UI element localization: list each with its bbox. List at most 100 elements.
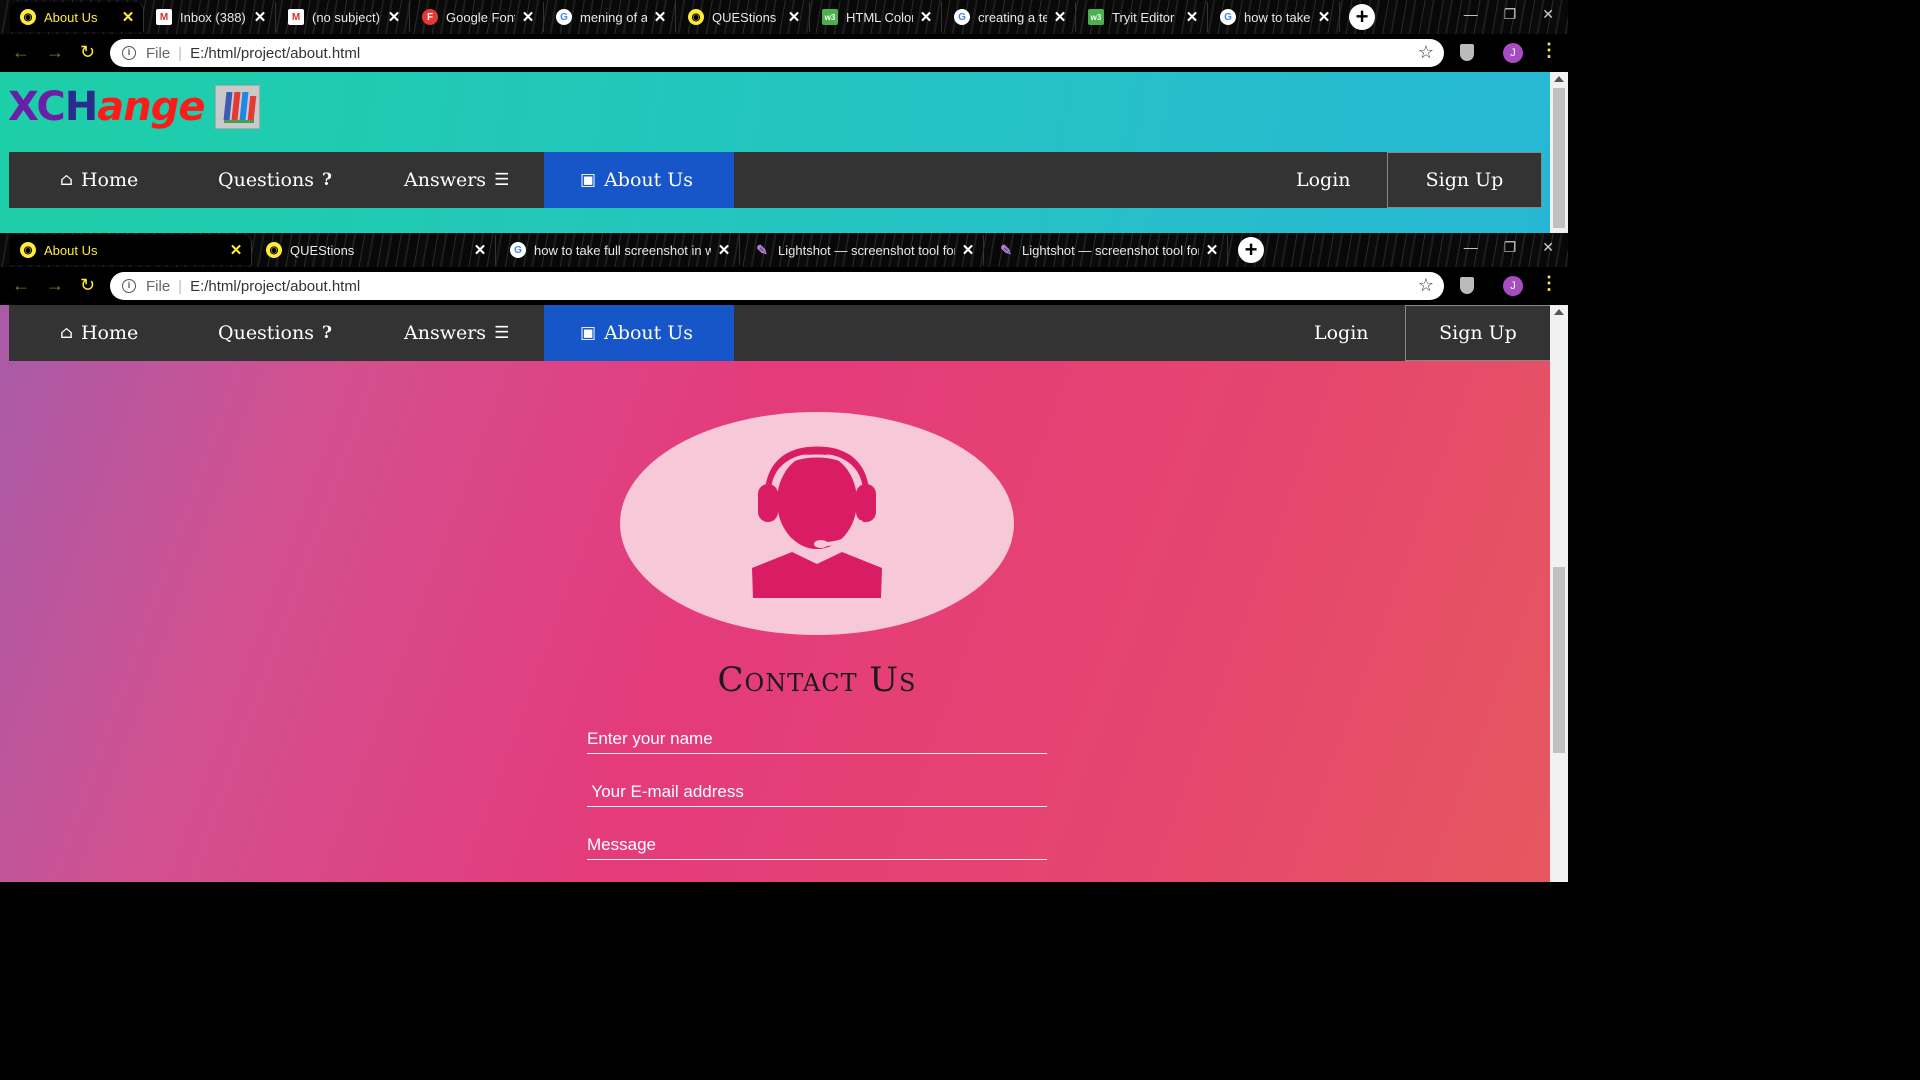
browser-menu-icon[interactable]: ⋮: [1540, 40, 1558, 61]
tab-questions[interactable]: ◉ QUEStions ✕: [256, 235, 496, 265]
nav-answers[interactable]: Answers ☰: [404, 152, 517, 208]
tab-google-fonts[interactable]: F Google Fonts ✕: [412, 2, 544, 32]
close-icon[interactable]: ✕: [1053, 8, 1067, 26]
tab-about-us[interactable]: ◉ About Us ✕: [10, 2, 144, 32]
close-icon[interactable]: ✕: [787, 8, 801, 26]
nav-about-us[interactable]: ▣ About Us: [544, 305, 734, 361]
nav-home[interactable]: ⌂ Home: [52, 152, 138, 208]
close-icon[interactable]: ✕: [717, 241, 731, 259]
url-text: E:/html/project/about.html: [190, 277, 361, 295]
browser-menu-icon[interactable]: ⋮: [1540, 273, 1558, 294]
nav-answers-label: Answers: [404, 322, 487, 344]
nav-home[interactable]: ⌂ Home: [52, 305, 138, 361]
tab-about-us[interactable]: ◉ About Us ✕: [10, 235, 252, 265]
close-icon[interactable]: ✕: [1317, 8, 1331, 26]
reload-icon[interactable]: ↻: [80, 275, 95, 296]
tab-title: QUEStions: [712, 9, 777, 25]
tab-inbox[interactable]: M Inbox (388) - ✕: [146, 2, 276, 32]
tab-title: Inbox (388) -: [180, 9, 247, 25]
close-icon[interactable]: ✕: [919, 8, 933, 26]
page1-scrollbar[interactable]: [1550, 72, 1568, 233]
nav-signup[interactable]: Sign Up: [1387, 152, 1542, 208]
nav-signup[interactable]: Sign Up: [1405, 305, 1551, 361]
nav-home-label: Home: [80, 322, 139, 344]
close-icon[interactable]: ✕: [521, 8, 535, 26]
restore-icon[interactable]: ❐: [1504, 6, 1517, 23]
nav-answers[interactable]: Answers ☰: [404, 305, 517, 361]
back-arrow-icon[interactable]: ←: [12, 42, 30, 63]
close-icon[interactable]: ✕: [121, 8, 135, 26]
close-window-icon[interactable]: ✕: [1542, 6, 1554, 23]
tab-no-subject[interactable]: M (no subject) - ✕: [278, 2, 410, 32]
scroll-up-icon[interactable]: [1554, 309, 1564, 315]
tab-html-color[interactable]: w3 HTML Color ✕: [812, 2, 942, 32]
new-tab-button[interactable]: +: [1238, 237, 1264, 263]
tab-mening[interactable]: G mening of ar ✕: [546, 2, 676, 32]
books-logo-icon: [214, 85, 260, 129]
browser-toolbar: ← → ↻ i File | E:/html/project/about.htm…: [0, 267, 1568, 305]
restore-icon[interactable]: ❐: [1504, 239, 1517, 256]
address-bar[interactable]: i File | E:/html/project/about.html ☆: [110, 272, 1444, 300]
back-arrow-icon[interactable]: ←: [12, 275, 30, 296]
message-field[interactable]: [587, 828, 1047, 860]
minimize-icon[interactable]: —: [1464, 6, 1478, 23]
name-field[interactable]: [587, 722, 1047, 754]
list-icon: ☰: [494, 323, 510, 343]
window-controls: — ❐ ✕: [1464, 6, 1568, 23]
customer-support-icon: [752, 446, 882, 598]
home-icon: ⌂: [60, 323, 73, 343]
bookmark-star-icon[interactable]: ☆: [1418, 275, 1434, 296]
globe-icon: ◉: [20, 9, 36, 25]
tab-lightshot-1[interactable]: ✎ Lightshot — screenshot tool for M ✕: [744, 235, 984, 265]
info-icon[interactable]: i: [122, 279, 136, 293]
tab-how-to-take-screenshot[interactable]: G how to take full screenshot in wi ✕: [500, 235, 740, 265]
close-icon[interactable]: ✕: [253, 8, 267, 26]
close-icon[interactable]: ✕: [1205, 241, 1219, 259]
minimize-icon[interactable]: —: [1464, 239, 1478, 256]
url-text: E:/html/project/about.html: [190, 44, 361, 62]
extension-shield-icon[interactable]: [1460, 44, 1474, 61]
tab-how-to-take[interactable]: G how to take ✕: [1210, 2, 1340, 32]
contact-page: ⌂ Home Questions ? Answers ☰ ▣ About Us …: [0, 305, 1551, 882]
new-tab-button[interactable]: +: [1349, 4, 1375, 30]
browser-chrome-top: ◉ About Us ✕ M Inbox (388) - ✕ M (no sub…: [0, 0, 1568, 72]
site-logo[interactable]: XCHange: [8, 84, 260, 130]
close-icon[interactable]: ✕: [473, 241, 487, 259]
close-icon[interactable]: ✕: [961, 241, 975, 259]
contact-card-icon: ▣: [580, 170, 597, 190]
close-window-icon[interactable]: ✕: [1542, 239, 1554, 256]
reload-icon[interactable]: ↻: [80, 42, 95, 63]
page2-scrollbar[interactable]: [1550, 305, 1568, 882]
extension-shield-icon[interactable]: [1460, 277, 1474, 294]
close-icon[interactable]: ✕: [229, 241, 243, 259]
info-icon[interactable]: i: [122, 46, 136, 60]
nav-login[interactable]: Login: [1314, 305, 1369, 361]
tab-title: creating a te: [978, 9, 1047, 25]
email-field[interactable]: [587, 775, 1047, 807]
nav-login[interactable]: Login: [1296, 152, 1351, 208]
scroll-up-icon[interactable]: [1554, 76, 1564, 82]
google-icon: G: [1220, 9, 1236, 25]
profile-avatar[interactable]: J: [1503, 43, 1523, 63]
tab-title: QUEStions: [290, 242, 355, 258]
close-icon[interactable]: ✕: [653, 8, 667, 26]
close-icon[interactable]: ✕: [387, 8, 401, 26]
scroll-thumb[interactable]: [1553, 567, 1565, 753]
tab-lightshot-2[interactable]: ✎ Lightshot — screenshot tool for M ✕: [988, 235, 1228, 265]
profile-avatar[interactable]: J: [1503, 276, 1523, 296]
tab-tryit-editor[interactable]: w3 Tryit Editor ✕: [1078, 2, 1208, 32]
forward-arrow-icon[interactable]: →: [46, 275, 64, 296]
forward-arrow-icon[interactable]: →: [46, 42, 64, 63]
tab-creating[interactable]: G creating a te ✕: [944, 2, 1076, 32]
close-icon[interactable]: ✕: [1185, 8, 1199, 26]
tab-questions[interactable]: ◉ QUEStions ✕: [678, 2, 810, 32]
nav-about-us[interactable]: ▣ About Us: [544, 152, 734, 208]
nav-questions[interactable]: Questions ?: [218, 305, 340, 361]
bookmark-star-icon[interactable]: ☆: [1418, 42, 1434, 63]
tab-title: About Us: [44, 9, 98, 25]
support-avatar-oval: [620, 412, 1014, 635]
address-bar[interactable]: i File | E:/html/project/about.html ☆: [110, 39, 1444, 67]
nav-questions-label: Questions: [218, 322, 314, 344]
nav-questions[interactable]: Questions ?: [218, 152, 340, 208]
scroll-thumb[interactable]: [1553, 88, 1565, 228]
